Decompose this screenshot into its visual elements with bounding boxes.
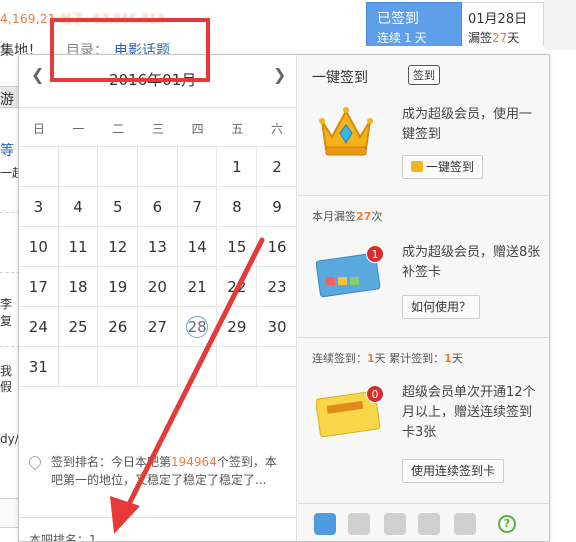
- annotation-arrow-icon: [110, 237, 265, 534]
